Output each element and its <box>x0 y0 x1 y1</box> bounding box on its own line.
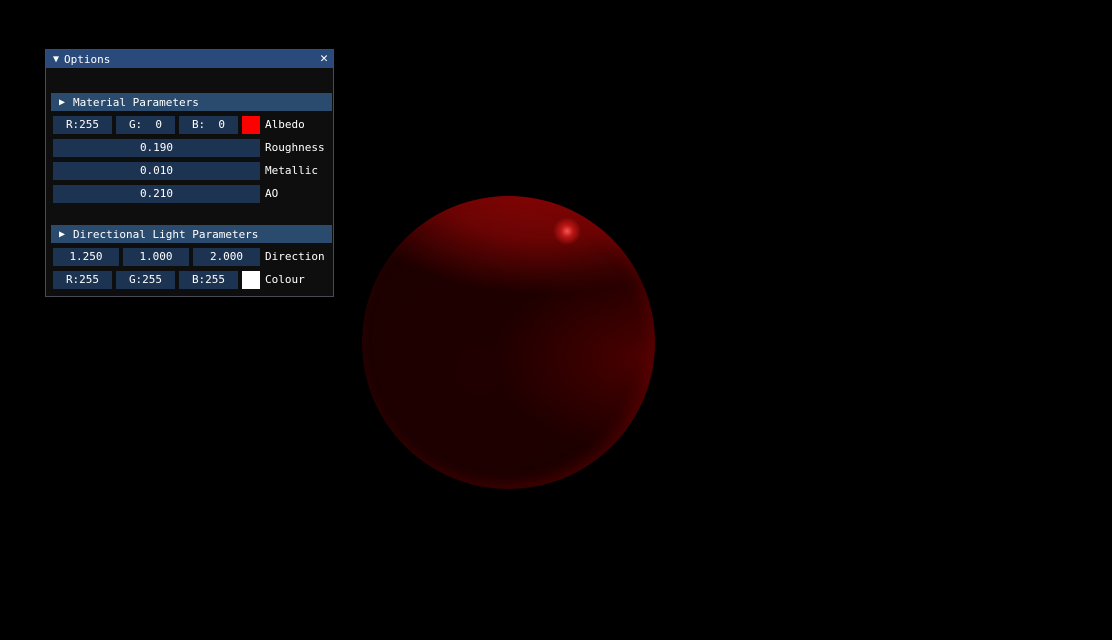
options-titlebar[interactable]: ▼ Options ✕ <box>46 50 333 68</box>
expand-arrow-icon: ▶ <box>58 96 66 108</box>
colour-r-field[interactable]: R:255 <box>53 270 112 289</box>
ao-slider[interactable]: 0.210 <box>53 184 260 203</box>
material-parameters-label: Material Parameters <box>73 95 199 109</box>
sphere-rim-light <box>362 196 655 489</box>
directional-light-label: Directional Light Parameters <box>73 227 259 241</box>
albedo-r-field[interactable]: R:255 <box>53 115 112 134</box>
close-icon[interactable]: ✕ <box>320 51 328 67</box>
directional-light-header[interactable]: ▶ Directional Light Parameters <box>51 225 332 243</box>
direction-y-field[interactable]: 1.000 <box>123 247 189 266</box>
direction-z-field[interactable]: 2.000 <box>193 247 260 266</box>
collapse-arrow-icon[interactable]: ▼ <box>48 54 64 65</box>
roughness-row: 0.190 Roughness <box>53 138 325 157</box>
colour-g-field[interactable]: G:255 <box>116 270 175 289</box>
albedo-b-field[interactable]: B: 0 <box>179 115 238 134</box>
colour-color-swatch[interactable] <box>242 270 260 289</box>
direction-label: Direction <box>265 250 325 263</box>
colour-row: R:255 G:255 B:255 Colour <box>53 270 305 289</box>
albedo-color-swatch[interactable] <box>242 115 260 134</box>
ao-label: AO <box>265 187 279 200</box>
albedo-g-field[interactable]: G: 0 <box>116 115 175 134</box>
metallic-slider[interactable]: 0.010 <box>53 161 260 180</box>
albedo-label: Albedo <box>265 118 305 131</box>
roughness-label: Roughness <box>265 141 325 154</box>
direction-row: 1.250 1.000 2.000 Direction <box>53 247 325 266</box>
roughness-slider[interactable]: 0.190 <box>53 138 260 157</box>
direction-x-field[interactable]: 1.250 <box>53 247 119 266</box>
ao-row: 0.210 AO <box>53 184 278 203</box>
colour-b-field[interactable]: B:255 <box>179 270 238 289</box>
expand-arrow-icon: ▶ <box>58 228 66 240</box>
metallic-row: 0.010 Metallic <box>53 161 318 180</box>
options-window: ▼ Options ✕ ▶ Material Parameters R:255 … <box>45 49 334 297</box>
window-title: Options <box>64 52 111 66</box>
colour-label: Colour <box>265 273 305 286</box>
albedo-row: R:255 G: 0 B: 0 Albedo <box>53 115 305 134</box>
material-parameters-header[interactable]: ▶ Material Parameters <box>51 93 332 111</box>
metallic-label: Metallic <box>265 164 318 177</box>
